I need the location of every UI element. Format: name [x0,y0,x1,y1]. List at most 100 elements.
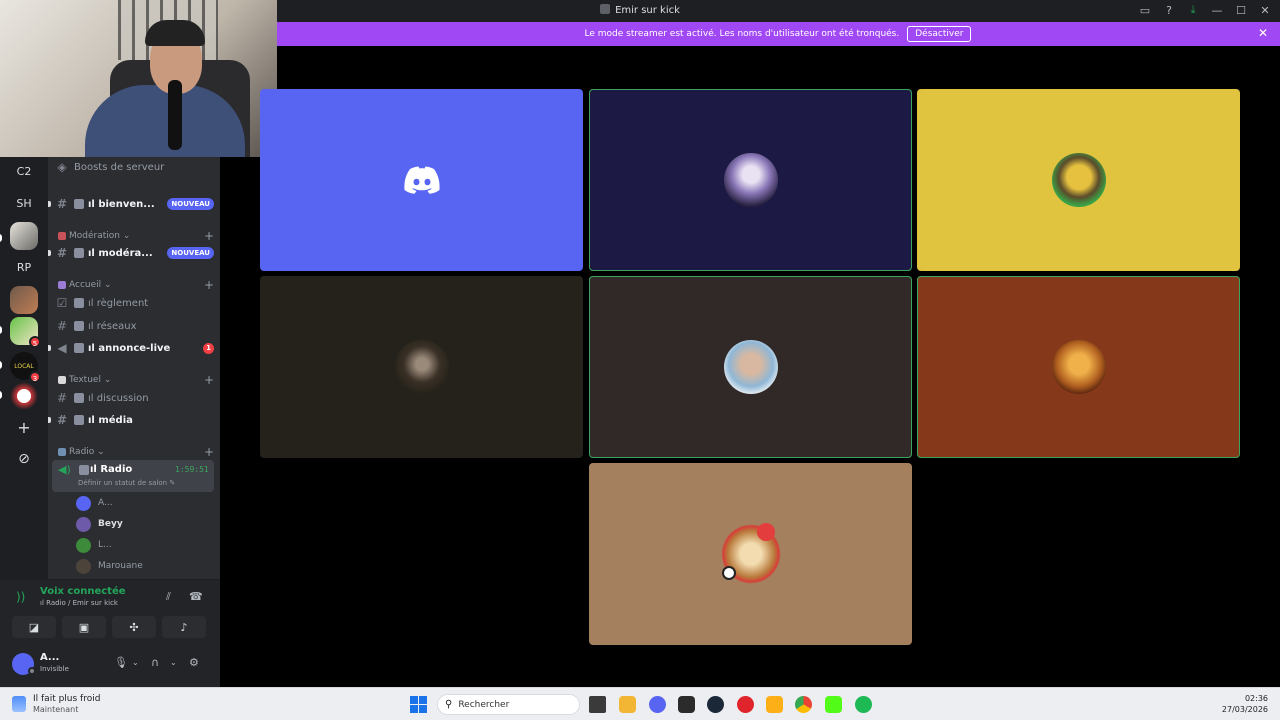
help-icon[interactable]: ? [1162,4,1176,17]
category-moderation[interactable]: Modération ⌄ + [58,229,214,243]
weather-icon[interactable] [12,696,26,712]
mention-badge: 5 [29,336,41,348]
maximize-button[interactable]: ☐ [1234,4,1248,17]
voice-channel-path[interactable]: ıl Radio / Emir sur kick [40,599,118,607]
server-image[interactable] [10,222,38,250]
app-icon [600,4,611,14]
server-label: C2 [16,164,32,178]
category-label: Radio [69,447,95,457]
inbox-icon[interactable]: ▭ [1138,4,1152,17]
voice-user[interactable]: Marouane [76,556,216,576]
mic-icon[interactable]: 🎙 [114,656,128,669]
download-icon[interactable]: ⤓ [1186,3,1200,17]
add-server-icon[interactable]: + [10,413,38,441]
headphones-icon[interactable]: ∩ [151,656,159,669]
category-radio[interactable]: Radio ⌄ + [58,445,214,459]
clock-time[interactable]: 02:36 [1245,694,1268,703]
avatar [76,558,91,574]
participant-tile[interactable] [917,89,1240,271]
kick-icon[interactable] [825,696,842,713]
chevron-down-icon[interactable]: ⌄ [132,658,139,667]
file-explorer-icon[interactable] [619,696,636,713]
live-icon [74,343,84,353]
channel-annonce-live[interactable]: ◀ ıl annonce-live 1 [54,338,214,358]
participant-tile[interactable] [917,276,1240,458]
disable-streamer-button[interactable]: Désactiver [907,26,972,42]
spotify-icon[interactable] [855,696,872,713]
avatar [76,516,91,532]
avatar [723,153,778,207]
steam-icon[interactable] [707,696,724,713]
rockstar-icon[interactable] [766,696,783,713]
screen-share-button[interactable]: ▣ [62,616,106,638]
chrome-icon[interactable] [795,696,812,713]
server-rp[interactable]: RP [10,253,38,281]
hangup-icon[interactable]: ☎ [189,590,203,603]
hash-icon: # [56,246,68,260]
server-image[interactable] [10,382,38,410]
weather-subtitle: Maintenant [33,705,79,714]
clock-date[interactable]: 27/03/2026 [1222,705,1268,714]
voice-status-title[interactable]: Voix connectée [40,586,126,597]
soundboard-button[interactable]: ♪ [162,616,206,638]
activity-button[interactable]: ✣ [112,616,156,638]
voice-user[interactable]: Beyy [76,514,216,534]
channel-moderateurs[interactable]: # ıl modéra... NOUVEAU [54,243,214,263]
add-channel-icon[interactable]: + [204,445,214,459]
add-channel-icon[interactable]: + [204,278,214,292]
channel-media[interactable]: # ıl média [54,410,214,430]
voice-user-name: Marouane [98,561,143,571]
unread-pill [0,361,2,369]
noise-suppression-icon[interactable]: ⫽ [166,590,171,604]
participant-tile-stream[interactable] [260,89,583,271]
server-image[interactable]: LOCAL 3 [10,352,41,383]
app-red-icon[interactable] [737,696,754,713]
hash-icon: # [56,413,68,427]
discord-icon[interactable] [649,696,666,713]
participant-tile[interactable] [589,276,912,458]
camera-off-icon: ◪ [28,620,40,634]
set-channel-status[interactable]: Définir un statut de salon ✎ [78,479,175,487]
activity-icon: ✣ [129,620,139,634]
category-textuel[interactable]: Textuel ⌄ + [58,373,214,387]
participant-tile[interactable] [589,89,912,271]
server-image[interactable]: 5 [10,317,41,348]
participant-tile[interactable] [589,463,912,645]
new-tag: NOUVEAU [167,247,214,259]
server-image[interactable] [10,286,38,314]
settings-icon[interactable]: ⚙ [189,656,199,669]
channel-reglement[interactable]: ☑ ıl règlement [54,293,214,313]
minimize-button[interactable]: — [1210,4,1224,17]
search-box[interactable]: ⚲ Rechercher [437,694,580,715]
channel-discussion[interactable]: # ıl discussion [54,388,214,408]
signal-icon[interactable]: )) [16,590,25,604]
channel-reseaux[interactable]: # ıl réseaux [54,316,214,336]
weather-title[interactable]: Il fait plus froid [33,694,100,704]
channel-status-text: Définir un statut de salon [78,479,168,487]
chevron-down-icon[interactable]: ⌄ [170,658,177,667]
add-channel-icon[interactable]: + [204,373,214,387]
radio-emoji-icon [79,465,89,475]
server-c2[interactable]: C2 [10,157,38,185]
add-channel-icon[interactable]: + [204,229,214,243]
channel-bienvenue[interactable]: # ıl bienven... NOUVEAU [54,194,214,214]
taskview-icon[interactable] [589,696,606,713]
window-title-text: Emir sur kick [615,5,680,16]
close-icon[interactable]: ✕ [1258,26,1268,40]
discord-logo-icon [403,166,440,194]
voice-user[interactable]: L... [76,535,216,555]
user-name[interactable]: A... [40,652,59,663]
voice-user[interactable]: A... [76,493,216,513]
category-accueil[interactable]: Accueil ⌄ + [58,278,214,292]
start-button[interactable] [410,696,427,713]
epic-games-icon[interactable] [678,696,695,713]
category-label: Modération [69,231,120,241]
taskbar: Il fait plus froid Maintenant ⚲ Recherche… [0,687,1280,720]
server-sh[interactable]: SH [10,189,38,217]
discover-icon[interactable]: ⊘ [10,445,38,473]
participant-tile[interactable] [260,276,583,458]
megaphone-icon: ◀ [57,341,67,355]
close-button[interactable]: ✕ [1258,4,1272,17]
boosts-row[interactable]: ◈ Boosts de serveur [54,157,214,177]
camera-off-button[interactable]: ◪ [12,616,56,638]
